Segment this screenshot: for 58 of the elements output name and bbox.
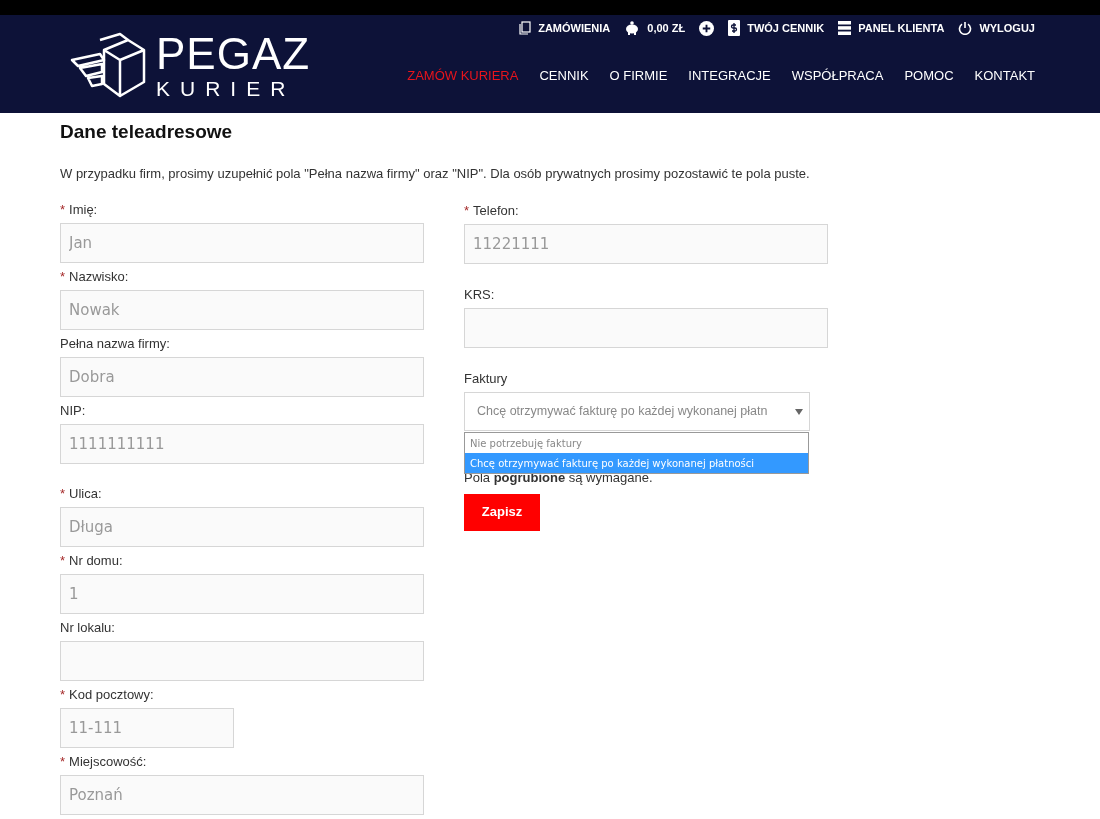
nav-link[interactable]: POMOC	[904, 66, 954, 86]
nav-link[interactable]: CENNIK	[539, 66, 589, 86]
input-field[interactable]	[464, 308, 828, 348]
required-marker: *	[60, 686, 66, 705]
field-label: Pełna nazwa firmy:	[60, 335, 170, 354]
input-field[interactable]: Dobra	[60, 357, 424, 397]
top-link[interactable]: WYLOGUJ	[979, 19, 1035, 37]
field-label: Imię:	[69, 201, 98, 220]
nav-link[interactable]: WSPÓŁPRACA	[791, 66, 884, 86]
nav-link[interactable]: O FIRMIE	[609, 66, 668, 86]
save-button[interactable]: Zapisz	[464, 493, 540, 531]
dropdown-arrow-icon	[795, 408, 803, 415]
required-marker: *	[60, 552, 66, 571]
input-field[interactable]: Poznań	[60, 775, 424, 815]
input-field[interactable]: 1111111111	[60, 424, 424, 464]
dollar-document-icon	[728, 20, 741, 36]
field-label: Miejscowość:	[69, 753, 147, 772]
required-marker: *	[60, 753, 66, 772]
field-label: Kod pocztowy:	[69, 686, 154, 705]
field-label: Nazwisko:	[69, 268, 129, 287]
top-link[interactable]: 0,00 ZŁ	[647, 19, 686, 37]
power-icon	[958, 21, 973, 35]
winged-box-logo-icon	[70, 32, 146, 98]
nav-link[interactable]: ZAMÓW KURIERA	[407, 66, 519, 86]
field-label: Telefon:	[473, 202, 519, 221]
plus-circle-icon[interactable]	[699, 20, 715, 36]
input-field[interactable]: 11221111	[464, 224, 828, 264]
top-link[interactable]: ZAMÓWIENIA	[538, 19, 611, 37]
field-label: Nr lokalu:	[60, 619, 115, 638]
field-label: Ulica:	[69, 485, 102, 504]
input-field[interactable]: Nowak	[60, 290, 424, 330]
input-field[interactable]: Długa	[60, 507, 424, 547]
top-link[interactable]: TWÓJ CENNIK	[747, 19, 825, 37]
field-label: NIP:	[60, 402, 86, 421]
page-title: Dane teleadresowe	[60, 120, 234, 144]
field-label: Nr domu:	[69, 552, 123, 571]
menu-icon	[838, 21, 852, 35]
invoice-select[interactable]: Chcę otrzymywać fakturę po każdej wykonanej płatn	[464, 392, 810, 431]
nav-link[interactable]: KONTAKT	[974, 66, 1035, 86]
required-marker: *	[464, 202, 470, 221]
required-marker: *	[60, 201, 66, 220]
piggy-bank-icon	[624, 21, 641, 35]
document-icon	[519, 21, 532, 35]
required-marker: *	[60, 268, 66, 287]
input-field[interactable]: Jan	[60, 223, 424, 263]
nav-link[interactable]: INTEGRACJE	[688, 66, 771, 86]
intro-text: W przypadku firm, prosimy uzupełnić pola "Pełna nazwa firmy" oraz "NIP". Dla osób prywatnych prosimy pozostawić te pola puste.	[60, 164, 811, 183]
input-field[interactable]	[60, 641, 424, 681]
dropdown-option[interactable]: Nie potrzebuję faktury	[465, 433, 808, 453]
required-marker: *	[60, 485, 66, 504]
input-field[interactable]: 1	[60, 574, 424, 614]
field-label: Faktury	[464, 370, 509, 389]
logo-title: PEGAZ	[156, 31, 311, 76]
field-label: KRS:	[464, 286, 495, 305]
dropdown-option[interactable]: Chcę otrzymywać fakturę po każdej wykonanej płatności	[465, 453, 808, 473]
logo-subtitle: KURIER	[156, 77, 297, 99]
top-link[interactable]: PANEL KLIENTA	[858, 19, 945, 37]
input-field[interactable]: 11-111	[60, 708, 234, 748]
